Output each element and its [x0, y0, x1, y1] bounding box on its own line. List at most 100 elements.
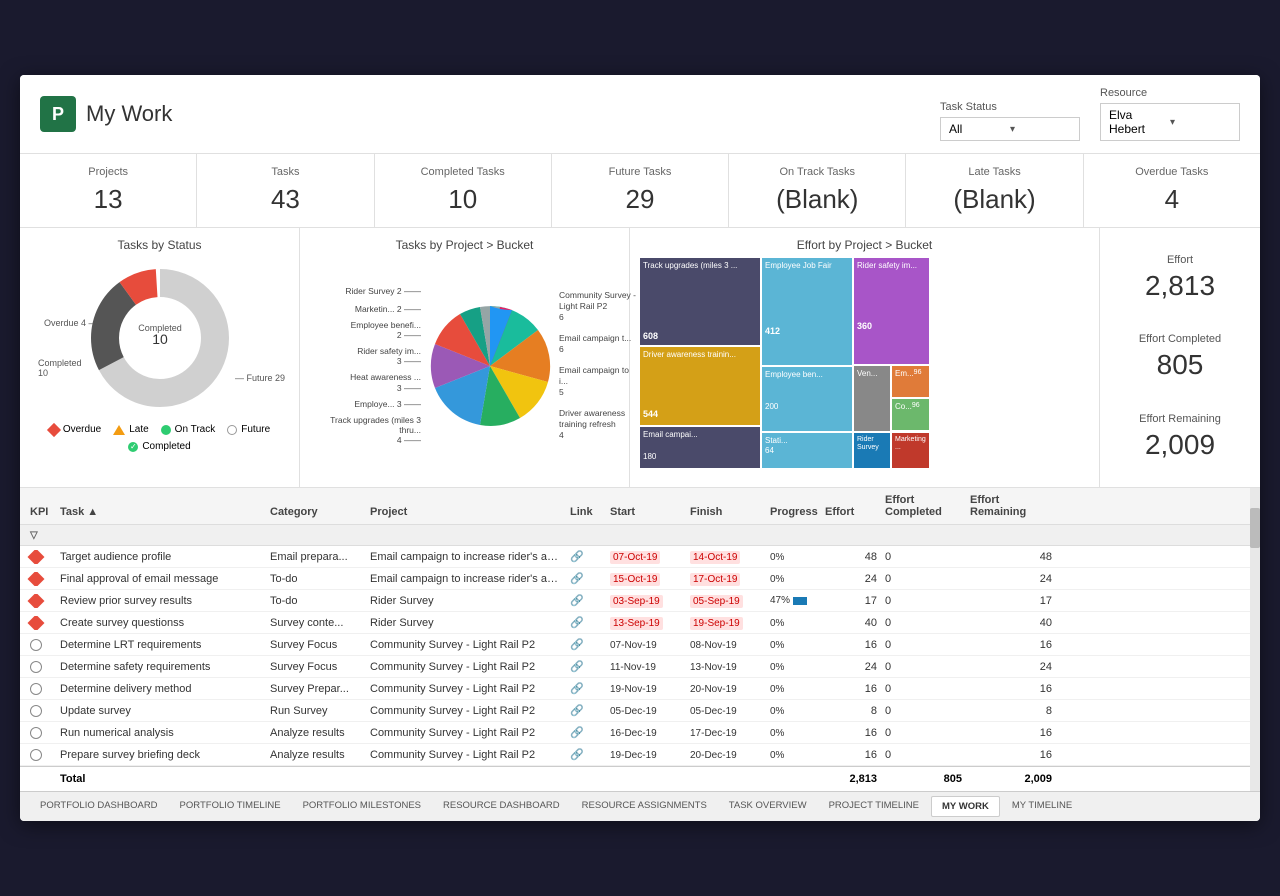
cell-effort: 16	[821, 726, 881, 740]
bottom-tab-my-timeline[interactable]: MY TIMELINE	[1002, 796, 1082, 817]
treemap-cell-marketing[interactable]: Marketing ...	[892, 433, 929, 468]
bottom-tab-my-work[interactable]: MY WORK	[931, 796, 1000, 817]
col-effort-completed[interactable]: EffortCompleted	[881, 492, 966, 520]
start-date: 07-Oct-19	[610, 551, 660, 564]
cell-link[interactable]: 🔗	[566, 659, 606, 674]
cell-category: Survey Prepar...	[266, 682, 366, 696]
treemap-cell-rider-survey[interactable]: Rider Survey	[854, 433, 890, 468]
treemap-cell-email-campai[interactable]: Email campai...180	[640, 427, 760, 468]
cell-effort-completed: 0	[881, 748, 966, 762]
cell-start: 15-Oct-19	[606, 572, 686, 586]
task-status-select[interactable]: All ▾	[940, 117, 1080, 141]
col-effort[interactable]: Effort	[821, 504, 881, 520]
col-task[interactable]: Task ▲	[56, 504, 266, 520]
table-row: Determine safety requirements Survey Foc…	[20, 656, 1260, 678]
circle-icon	[30, 639, 42, 651]
cell-kpi	[26, 616, 56, 630]
finish-date: 19-Sep-19	[690, 617, 743, 630]
cell-start: 13-Sep-19	[606, 616, 686, 630]
cell-effort-completed: 0	[881, 726, 966, 740]
cell-category: Email prepara...	[266, 550, 366, 564]
cell-link[interactable]: 🔗	[566, 571, 606, 586]
bottom-tab-portfolio-milestones[interactable]: PORTFOLIO MILESTONES	[293, 796, 431, 817]
effort-summary: Effort 2,813 Effort Completed 805 Effort…	[1100, 228, 1260, 487]
cell-effort-completed: 0	[881, 572, 966, 586]
finish-date: 20-Nov-19	[690, 684, 737, 695]
cell-task: Prepare survey briefing deck	[56, 748, 266, 762]
treemap-cell-em[interactable]: Em...96	[892, 366, 929, 397]
legend-late: Late	[113, 424, 148, 435]
link-icon: 🔗	[570, 683, 584, 695]
bottom-tab-project-timeline[interactable]: PROJECT TIMELINE	[819, 796, 929, 817]
bottom-tab-portfolio-dashboard[interactable]: PORTFOLIO DASHBOARD	[30, 796, 168, 817]
finish-date: 08-Nov-19	[690, 640, 737, 651]
cell-effort-completed: 0	[881, 704, 966, 718]
circle-icon	[30, 661, 42, 673]
col-progress[interactable]: Progress	[766, 504, 821, 520]
cell-start: 16-Dec-19	[606, 726, 686, 740]
cell-start: 05-Dec-19	[606, 704, 686, 718]
cell-link[interactable]: 🔗	[566, 747, 606, 762]
cell-link[interactable]: 🔗	[566, 615, 606, 630]
link-icon: 🔗	[570, 749, 584, 761]
resource-filter: Resource Elva Hebert ▾	[1100, 87, 1240, 141]
cell-kpi	[26, 682, 56, 696]
scrollbar[interactable]	[1250, 488, 1260, 791]
finish-date: 13-Nov-19	[690, 662, 737, 673]
svg-text:10: 10	[152, 331, 168, 347]
cell-finish: 08-Nov-19	[686, 638, 766, 652]
bottom-tabs: PORTFOLIO DASHBOARDPORTFOLIO TIMELINEPOR…	[20, 791, 1260, 821]
cell-task: Determine LRT requirements	[56, 638, 266, 652]
cell-project: Community Survey - Light Rail P2	[366, 638, 566, 652]
cell-kpi	[26, 638, 56, 652]
col-category[interactable]: Category	[266, 504, 366, 520]
cell-link[interactable]: 🔗	[566, 637, 606, 652]
bottom-tab-portfolio-timeline[interactable]: PORTFOLIO TIMELINE	[170, 796, 291, 817]
effort-by-bucket-chart: Effort by Project > Bucket Track upgrade…	[630, 228, 1100, 487]
cell-effort: 8	[821, 704, 881, 718]
link-icon: 🔗	[570, 639, 584, 651]
tasks-by-status-chart: Tasks by Status Completed 10 Overdue 4 —	[20, 228, 300, 487]
resource-select[interactable]: Elva Hebert ▾	[1100, 103, 1240, 141]
cell-finish: 20-Dec-19	[686, 748, 766, 762]
effort-completed: Effort Completed 805	[1110, 333, 1250, 381]
circle-icon	[30, 749, 42, 761]
col-project[interactable]: Project	[366, 504, 566, 520]
treemap-cell-co[interactable]: Co...96	[892, 399, 929, 430]
finish-date: 14-Oct-19	[690, 551, 740, 564]
cell-link[interactable]: 🔗	[566, 681, 606, 696]
cell-effort-completed: 0	[881, 594, 966, 608]
cell-link[interactable]: 🔗	[566, 725, 606, 740]
cell-link[interactable]: 🔗	[566, 549, 606, 564]
cell-effort-remaining: 16	[966, 726, 1056, 740]
treemap-cell-driver[interactable]: Driver awareness trainin...544	[640, 347, 760, 426]
cell-effort: 24	[821, 572, 881, 586]
bottom-tab-resource-assignments[interactable]: RESOURCE ASSIGNMENTS	[572, 796, 717, 817]
cell-link[interactable]: 🔗	[566, 703, 606, 718]
cell-task: Update survey	[56, 704, 266, 718]
treemap-cell-rider-safety[interactable]: Rider safety im...360	[854, 258, 929, 364]
cell-start: 07-Oct-19	[606, 550, 686, 564]
treemap-cell-track[interactable]: Track upgrades (miles 3 ...608	[640, 258, 760, 345]
treemap-cell-ven[interactable]: Ven...	[854, 366, 890, 431]
link-icon: 🔗	[570, 617, 584, 629]
col-effort-remaining[interactable]: EffortRemaining	[966, 492, 1056, 520]
treemap-cell-stati[interactable]: Stati...64	[762, 433, 852, 468]
link-icon: 🔗	[570, 727, 584, 739]
cell-start: 03-Sep-19	[606, 594, 686, 608]
total-effort-completed: 805	[881, 771, 966, 787]
cell-effort-remaining: 16	[966, 682, 1056, 696]
filter-category-cell	[266, 539, 366, 543]
bottom-tab-task-overview[interactable]: TASK OVERVIEW	[719, 796, 817, 817]
treemap-cell-employee-job[interactable]: Employee Job Fair412	[762, 258, 852, 365]
cell-project: Community Survey - Light Rail P2	[366, 748, 566, 762]
cell-link[interactable]: 🔗	[566, 593, 606, 608]
col-start[interactable]: Start	[606, 504, 686, 520]
filter-triangle-icon[interactable]: ▽	[30, 530, 38, 541]
bottom-tab-resource-dashboard[interactable]: RESOURCE DASHBOARD	[433, 796, 570, 817]
cell-kpi	[26, 726, 56, 740]
treemap-cell-employee-ben[interactable]: Employee ben...200	[762, 367, 852, 431]
col-finish[interactable]: Finish	[686, 504, 766, 520]
table-row: Determine LRT requirements Survey Focus …	[20, 634, 1260, 656]
cell-task: Determine delivery method	[56, 682, 266, 696]
